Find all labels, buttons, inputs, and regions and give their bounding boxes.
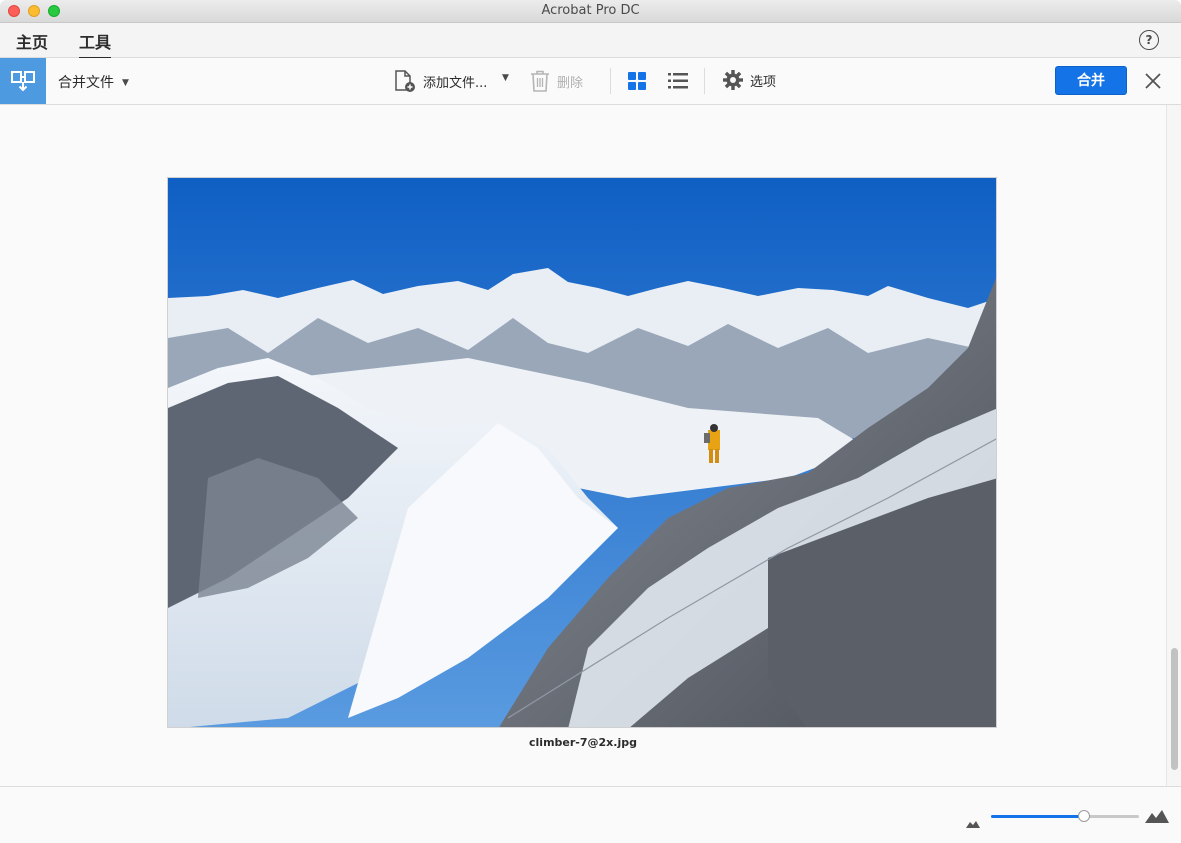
bottom-bar: [0, 786, 1181, 843]
combine-files-icon: [11, 71, 35, 92]
add-file-icon: [395, 70, 415, 92]
tool-name-label: 合并文件: [58, 75, 114, 91]
grid-view-icon[interactable]: [627, 71, 647, 95]
mountain-climber-image: [168, 178, 996, 727]
tab-tools[interactable]: 工具: [79, 29, 112, 59]
top-tab-bar: 主页 工具 ?: [0, 23, 1181, 59]
merge-toolbar: 合并文件 ▼ 添加文件... ▼ 删除 选项 合并: [0, 58, 1181, 105]
scrollbar-thumb[interactable]: [1171, 648, 1178, 770]
zoom-out-mountain-icon[interactable]: [966, 813, 980, 832]
chevron-down-icon: ▼: [122, 78, 129, 88]
thumbnail-size-slider[interactable]: [991, 810, 1139, 822]
delete-label: 删除: [557, 75, 584, 91]
list-view-icon[interactable]: [667, 71, 689, 95]
window-title: Acrobat Pro DC: [541, 3, 640, 18]
merge-button[interactable]: 合并: [1055, 66, 1127, 95]
options-button[interactable]: 选项: [722, 69, 776, 91]
options-label: 选项: [750, 74, 777, 90]
slider-knob[interactable]: [1078, 810, 1091, 822]
toolbar-divider: [610, 68, 611, 94]
close-tool-icon[interactable]: [1144, 72, 1162, 94]
toolbar-divider: [704, 68, 705, 94]
tool-name-dropdown[interactable]: 合并文件 ▼: [58, 72, 129, 92]
add-files-label: 添加文件...: [423, 75, 488, 91]
gear-icon: [723, 70, 743, 90]
tab-home[interactable]: 主页: [16, 29, 48, 57]
combine-files-tool-icon[interactable]: [0, 58, 46, 104]
file-thumbnail[interactable]: [167, 177, 997, 728]
trash-icon: [531, 70, 549, 92]
file-canvas: climber-7@2x.jpg: [0, 105, 1166, 786]
title-bar: Acrobat Pro DC: [0, 0, 1181, 23]
help-icon[interactable]: ?: [1139, 30, 1159, 50]
add-files-chevron-down-icon[interactable]: ▼: [502, 73, 509, 83]
zoom-in-mountain-icon[interactable]: [1145, 808, 1169, 827]
slider-fill: [991, 815, 1085, 818]
vertical-scrollbar[interactable]: [1166, 105, 1181, 786]
delete-button[interactable]: 删除: [529, 69, 583, 93]
add-files-button[interactable]: 添加文件...: [393, 69, 487, 93]
file-name-label: climber-7@2x.jpg: [529, 736, 637, 749]
app-window: Acrobat Pro DC 主页 工具 ? 合并文件 ▼ 添加文件... ▼ …: [0, 0, 1181, 843]
